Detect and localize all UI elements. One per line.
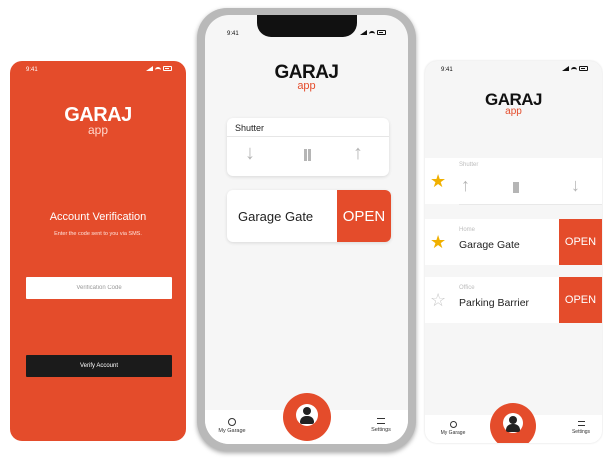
- user-icon: [296, 404, 318, 426]
- garage-gate-open-button[interactable]: OPEN: [337, 190, 391, 242]
- wifi-icon: [155, 66, 161, 71]
- app-logo: GARAJ app: [10, 105, 186, 136]
- tab-my-garage[interactable]: My Garage: [215, 418, 249, 434]
- verification-code-input[interactable]: [26, 277, 172, 299]
- profile-button[interactable]: [490, 403, 536, 443]
- app-logo: GARAJ app: [205, 63, 408, 92]
- verification-phone: 9:41 GARAJ app Account Verification Ente…: [10, 61, 186, 441]
- battery-icon: [579, 66, 588, 71]
- status-time: 9:41: [227, 31, 239, 37]
- user-icon-head: [303, 407, 311, 415]
- tab-my-garage[interactable]: My Garage: [433, 421, 473, 436]
- status-time: 9:41: [26, 67, 38, 73]
- verification-title: Account Verification: [49, 211, 147, 223]
- tab-my-garage-label: My Garage: [218, 428, 246, 434]
- pause-icon[interactable]: [304, 149, 311, 161]
- logo-subtext: app: [505, 106, 522, 117]
- signal-icon: [360, 30, 367, 35]
- tab-settings[interactable]: Settings: [566, 421, 596, 435]
- divider: [459, 204, 602, 205]
- tab-my-garage-label: My Garage: [440, 430, 466, 436]
- logo-subtext: app: [297, 80, 316, 92]
- shutter-title: Shutter: [235, 123, 265, 133]
- favorites-phone: 9:41 GARAJ app ★ Shutter ↑ ↓ ★ Home Gara…: [425, 61, 602, 443]
- divider: [227, 136, 389, 137]
- garage-gate-label: Garage Gate: [238, 209, 314, 224]
- home-phone: 9:41 GARAJ app Shutter ↓ ↑ Garage Gate O…: [197, 8, 416, 451]
- tab-settings-label: Settings: [571, 429, 591, 435]
- arrow-down-icon[interactable]: ↓: [571, 176, 580, 194]
- status-time: 9:41: [441, 67, 453, 73]
- gear-icon: [228, 418, 236, 426]
- verify-account-button[interactable]: Verify Account: [26, 355, 172, 377]
- arrow-up-icon[interactable]: ↑: [461, 176, 470, 194]
- wifi-icon: [571, 66, 577, 71]
- pause-icon[interactable]: [513, 182, 519, 193]
- status-icons: [146, 66, 172, 71]
- signal-icon: [146, 66, 153, 71]
- parking-barrier-row: ☆ Office Parking Barrier OPEN: [425, 277, 602, 323]
- garage-gate-open-button[interactable]: OPEN: [559, 219, 602, 265]
- star-outline-icon[interactable]: ☆: [430, 291, 446, 309]
- garage-gate-card: Garage Gate OPEN: [227, 190, 391, 242]
- sliders-icon: [377, 418, 385, 424]
- status-bar: 9:41: [425, 61, 602, 77]
- battery-icon: [377, 30, 386, 35]
- battery-icon: [163, 66, 172, 71]
- phone-notch: [257, 15, 357, 37]
- profile-button[interactable]: [283, 393, 331, 441]
- verification-subtitle: Enter the code sent to you via SMS.: [54, 231, 142, 237]
- user-icon-body: [506, 424, 520, 432]
- gear-icon: [449, 421, 457, 428]
- app-logo: GARAJ app: [425, 91, 602, 117]
- parking-barrier-label: Parking Barrier: [459, 297, 530, 309]
- star-filled-icon[interactable]: ★: [430, 172, 446, 190]
- shutter-card: Shutter ↓ ↑: [227, 118, 389, 176]
- status-bar: 9:41: [10, 61, 186, 77]
- wifi-icon: [369, 30, 375, 35]
- shutter-row: ★ Shutter ↑ ↓: [425, 158, 602, 204]
- status-icons: [562, 66, 588, 71]
- user-icon-body: [300, 416, 314, 424]
- garage-gate-label: Garage Gate: [459, 239, 520, 251]
- tab-settings-label: Settings: [371, 427, 391, 433]
- shutter-category: Shutter: [459, 162, 479, 168]
- parking-barrier-open-button[interactable]: OPEN: [559, 277, 602, 323]
- garage-gate-category: Home: [459, 227, 476, 233]
- signal-icon: [562, 66, 569, 71]
- user-icon: [503, 413, 523, 433]
- arrow-up-icon[interactable]: ↑: [353, 143, 363, 163]
- star-filled-icon[interactable]: ★: [430, 233, 446, 251]
- logo-subtext: app: [87, 123, 109, 137]
- arrow-down-icon[interactable]: ↓: [245, 143, 255, 163]
- parking-barrier-category: Office: [459, 285, 475, 291]
- garage-gate-row: ★ Home Garage Gate OPEN: [425, 219, 602, 265]
- sliders-icon: [577, 421, 585, 426]
- status-icons: [360, 30, 386, 35]
- logo-wordmark: GARAJ: [64, 104, 132, 126]
- user-icon-head: [509, 416, 517, 424]
- tab-settings[interactable]: Settings: [366, 418, 396, 433]
- home-screen: 9:41 GARAJ app Shutter ↓ ↑ Garage Gate O…: [205, 15, 408, 444]
